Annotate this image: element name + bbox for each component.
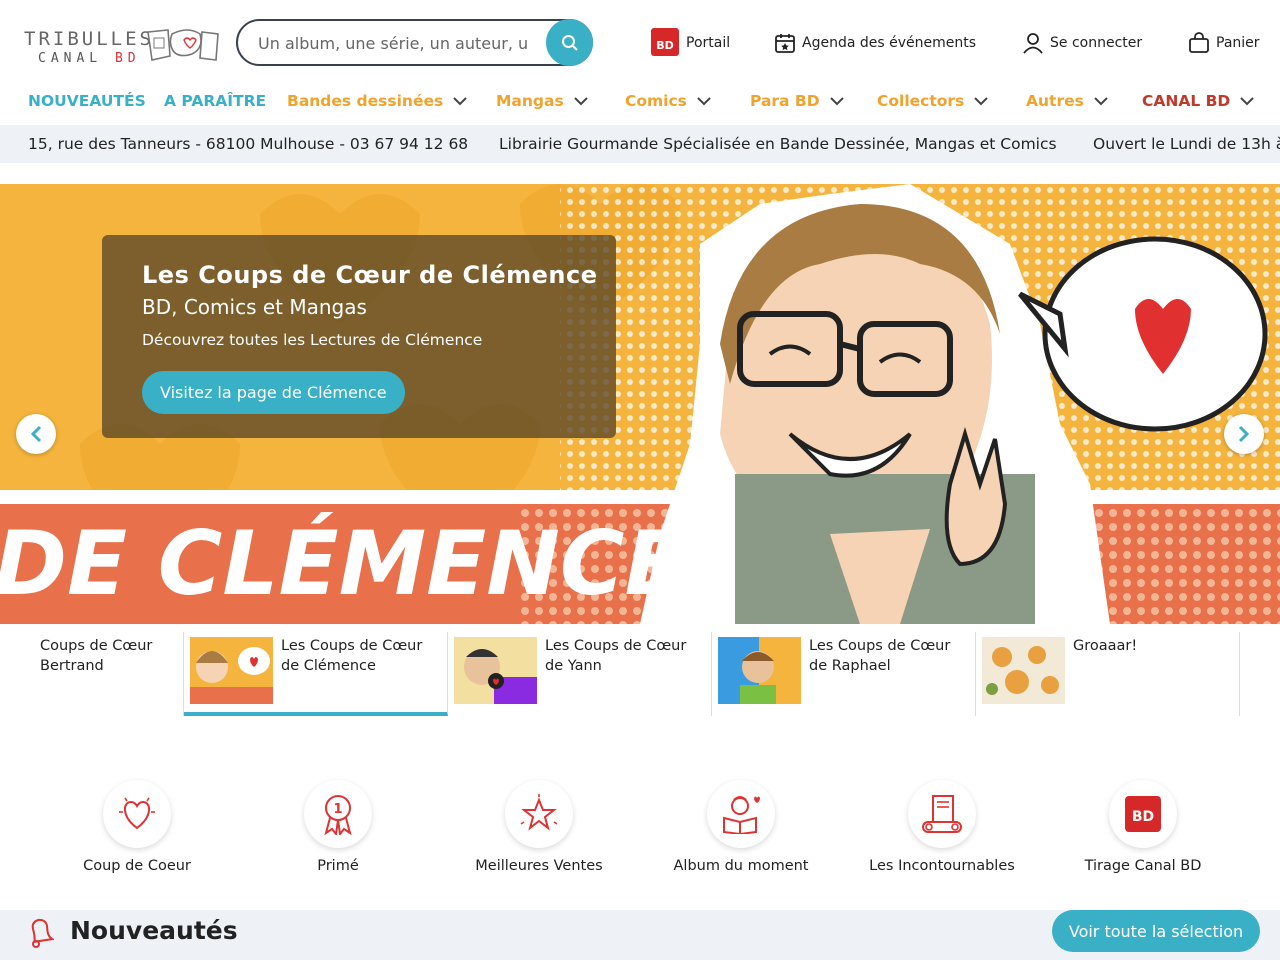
nav-para-bd[interactable]: Para BD	[750, 92, 844, 110]
nav-canal-bd[interactable]: CANAL BD	[1142, 92, 1255, 110]
nav-a-paraitre[interactable]: A PARAÎTRE	[164, 92, 266, 110]
reader-icon	[707, 780, 775, 848]
thumb-raphael[interactable]: Les Coups de Cœur de Raphael	[712, 632, 976, 716]
news-title: Nouveautés	[70, 916, 238, 945]
nav-collectors[interactable]: Collectors	[877, 92, 988, 110]
category-shortcuts: Coup de Coeur 1 Primé Meilleures Ventes …	[0, 770, 1280, 880]
hero-slider: DE CLÉMENCE Les Coups de Cœur de Clémenc…	[0, 184, 1280, 624]
banner-text: DE CLÉMENCE	[0, 512, 685, 615]
slider-prev-button[interactable]	[16, 414, 56, 454]
hero-cta-button[interactable]: Visitez la page de Clémence	[142, 371, 405, 414]
search-input[interactable]	[258, 31, 528, 55]
svg-text:BD: BD	[1132, 809, 1154, 825]
heart-icon	[103, 780, 171, 848]
thumb-bertrand[interactable]: Coups de Cœur Bertrand	[0, 632, 184, 716]
search-button[interactable]	[546, 19, 593, 66]
site-logo[interactable]: TRIBULLES CANAL BD	[24, 26, 220, 70]
chevron-down-icon	[1094, 96, 1108, 105]
chevron-right-icon	[1238, 425, 1250, 443]
thumb-image	[718, 637, 801, 704]
hero-text: Découvrez toutes les Lectures de Clémenc…	[142, 331, 483, 349]
slider-next-button[interactable]	[1224, 414, 1264, 454]
nav-nouveautes[interactable]: NOUVEAUTÉS	[28, 92, 146, 110]
chevron-down-icon	[697, 96, 711, 105]
slider-thumbnails: Coups de Cœur Bertrand Les Coups de Cœur d…	[0, 624, 1280, 720]
nav-autres[interactable]: Autres	[1026, 92, 1108, 110]
ticker-address: 15, rue des Tanneurs - 68100 Mulhouse - …	[28, 135, 469, 153]
search-bar	[236, 19, 593, 66]
site-header: TRIBULLES CANAL BD BD Portail Agenda des…	[0, 0, 1280, 84]
thumb-image	[190, 637, 273, 704]
thumb-image	[454, 637, 537, 704]
hero-card: Les Coups de Cœur de Clémence BD, Comics…	[102, 235, 616, 438]
agenda-link[interactable]: Agenda des événements	[774, 30, 976, 56]
hero-subtitle: BD, Comics et Mangas	[142, 295, 367, 319]
thumb-groaaar[interactable]: Groaaar!	[976, 632, 1240, 716]
user-icon	[1022, 32, 1044, 54]
award-icon: 1	[304, 780, 372, 848]
info-ticker: 15, rue des Tanneurs - 68100 Mulhouse - …	[0, 125, 1280, 163]
speech-bubbles-logo-icon	[147, 29, 219, 61]
hero-title: Les Coups de Cœur de Clémence	[142, 261, 598, 289]
chevron-down-icon	[974, 96, 988, 105]
canal-bd-icon: BD	[650, 27, 680, 59]
svg-text:BD: BD	[656, 39, 674, 52]
chevron-left-icon	[30, 425, 42, 443]
ticker-hours: Ouvert le Lundi de 13h à	[1093, 135, 1280, 153]
main-nav: NOUVEAUTÉS A PARAÎTRE Bandes dessinées M…	[0, 86, 1280, 118]
ticker-tagline: Librairie Gourmande Spécialisée en Bande…	[499, 135, 1057, 153]
nav-bandes-dessinees[interactable]: Bandes dessinées	[287, 92, 467, 110]
book-tape-icon	[908, 780, 976, 848]
search-icon	[561, 34, 578, 51]
login-link[interactable]: Se connecter	[1022, 30, 1142, 56]
news-section-header: Nouveautés Voir toute la sélection	[0, 910, 1280, 960]
chevron-down-icon	[573, 96, 588, 105]
chevron-down-icon	[453, 96, 467, 105]
chevron-down-icon	[1240, 96, 1255, 105]
shopping-bag-icon	[1188, 32, 1210, 54]
chevron-down-icon	[829, 96, 844, 105]
svg-text:1: 1	[333, 802, 342, 817]
bell-icon	[26, 916, 56, 952]
thumb-clemence[interactable]: Les Coups de Cœur de Clémence	[184, 632, 448, 716]
see-all-button[interactable]: Voir toute la sélection	[1052, 910, 1260, 952]
star-icon	[505, 780, 573, 848]
portail-link[interactable]: BD Portail	[650, 27, 730, 59]
thumb-image	[982, 637, 1065, 704]
nav-comics[interactable]: Comics	[625, 92, 711, 110]
calendar-icon	[774, 32, 796, 54]
nav-mangas[interactable]: Mangas	[496, 92, 588, 110]
cart-link[interactable]: Panier	[1188, 30, 1260, 56]
canal-bd-badge-icon: BD	[1109, 780, 1177, 848]
thumb-yann[interactable]: Les Coups de Cœur de Yann	[448, 632, 712, 716]
